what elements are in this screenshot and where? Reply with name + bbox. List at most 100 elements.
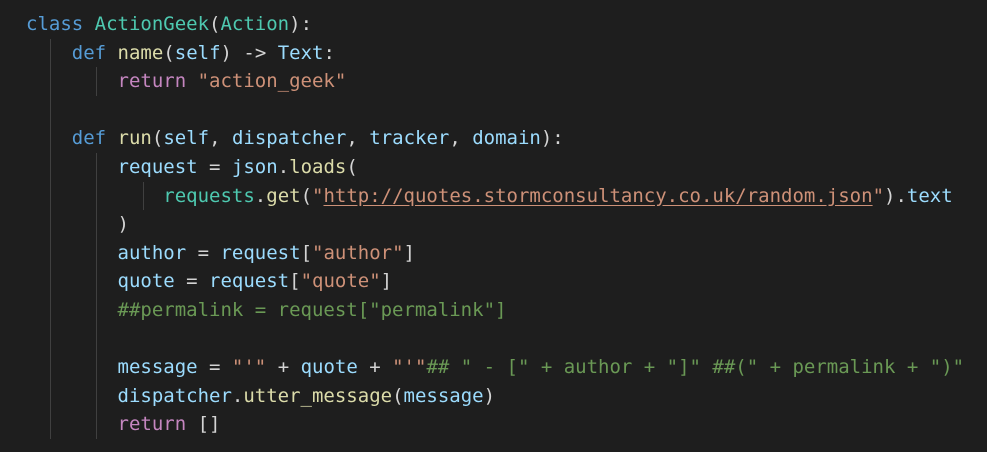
code-token-function: get (266, 184, 301, 207)
indent-guide (50, 353, 51, 382)
code-line[interactable] (0, 324, 987, 354)
indent-guide (50, 410, 51, 439)
code-token-plain: ( (209, 13, 221, 35)
code-token-variable: message (117, 356, 198, 379)
code-token-plain: ) -> (220, 41, 278, 64)
code-token-keyword: class (26, 13, 95, 35)
code-token-plain: ): (289, 13, 313, 35)
code-token-variable: quote (300, 356, 358, 379)
code-token-string: "'" (231, 356, 267, 379)
code-token-string: "'" (392, 356, 427, 379)
code-token-plain: . (254, 184, 267, 207)
code-token-keyword: def (71, 41, 118, 64)
code-token-param: self (174, 41, 221, 64)
code-line[interactable]: return [] (0, 410, 987, 439)
indent-guide (50, 67, 51, 96)
code-token-plain: ( (151, 127, 164, 150)
indent-guide (143, 181, 144, 211)
code-token-plain: ( (346, 155, 358, 178)
code-token-plain: ) (117, 213, 129, 236)
code-token-plain: , (209, 127, 232, 150)
code-line[interactable]: message = "'" + quote + "'"## " - [" + a… (0, 353, 987, 382)
indent-guide (96, 181, 97, 211)
code-line[interactable]: class ActionGeek(Action): (0, 10, 987, 39)
indent-guide (96, 210, 97, 239)
code-token-plain: . (231, 384, 244, 407)
code-token-variable: quote (117, 270, 175, 293)
code-token-variable: request (117, 155, 198, 178)
code-token-comment: ##permalink = request["permalink"] (117, 298, 507, 321)
code-token-string: "quote" (300, 270, 381, 293)
code-line[interactable] (0, 95, 987, 125)
code-token-plain: ( (163, 41, 175, 64)
code-token-class: requests (163, 184, 255, 207)
indent-guide (50, 38, 51, 68)
indent-guide (96, 295, 97, 325)
indent-guide (96, 238, 97, 268)
indent-guide (50, 95, 51, 125)
code-editor[interactable]: class ActionGeek(Action): def name(self)… (0, 0, 987, 452)
code-token-plain: ): (540, 127, 564, 150)
indent-guide (50, 210, 51, 239)
code-token-variable: author (117, 241, 187, 264)
code-token-link[interactable]: http://quotes.stormconsultancy.co.uk/ran… (323, 185, 872, 207)
indent-guide (96, 381, 97, 411)
code-token-plain: , (346, 127, 370, 150)
code-token-variable: json (231, 155, 278, 178)
code-token-variable: message (403, 384, 484, 407)
code-line[interactable]: def name(self) -> Text: (0, 38, 987, 68)
code-token-string: " (872, 184, 885, 207)
code-token-plain: + (266, 356, 301, 379)
code-token-plain: ( (392, 384, 404, 407)
code-token-control: return (117, 70, 198, 93)
code-token-comment: ## " - [" + author + "]" ##(" + permalin… (426, 356, 965, 379)
code-token-plain: ] (403, 241, 415, 264)
code-line[interactable]: quote = request["quote"] (0, 267, 987, 296)
indent-guide (96, 267, 97, 296)
indent-guide (50, 267, 51, 296)
code-line[interactable]: ##permalink = request["permalink"] (0, 295, 987, 325)
code-line[interactable]: return "action_geek" (0, 67, 987, 96)
indent-guide (50, 381, 51, 411)
code-token-control: return (117, 413, 198, 436)
code-line[interactable]: requests.get("http://quotes.stormconsult… (0, 181, 987, 211)
code-token-plain: ] (380, 270, 393, 293)
code-token-param: self (163, 127, 210, 150)
code-line[interactable]: dispatcher.utter_message(message) (0, 381, 987, 411)
code-token-variable: Text (277, 41, 324, 64)
indent-guide (96, 410, 97, 439)
code-token-plain: . (277, 155, 290, 178)
code-token-plain: = (197, 356, 232, 379)
indent-guide (50, 295, 51, 325)
indent-guide (96, 67, 97, 96)
code-token-function: loads (289, 155, 347, 178)
code-token-plain: [] (197, 413, 221, 436)
code-token-plain: , (449, 127, 473, 150)
indent-guide (96, 324, 97, 354)
code-token-variable: request (220, 241, 301, 264)
indent-guide (96, 353, 97, 382)
code-line[interactable]: def run(self, dispatcher, tracker, domai… (0, 124, 987, 153)
code-line[interactable]: author = request["author"] (0, 238, 987, 268)
code-token-function: run (117, 127, 152, 150)
code-token-plain: = (186, 241, 221, 264)
code-token-plain: [ (300, 241, 313, 264)
code-token-plain: : (323, 41, 335, 64)
indent-guide (50, 152, 51, 182)
code-token-variable: text (906, 184, 953, 207)
code-line[interactable]: request = json.loads( (0, 152, 987, 182)
code-token-plain: [ (289, 270, 301, 293)
code-token-class: Action (220, 13, 290, 35)
code-token-plain: ). (884, 184, 907, 207)
code-token-keyword: def (71, 127, 118, 150)
indent-guide (50, 238, 51, 268)
code-token-param: dispatcher (231, 127, 347, 150)
code-line[interactable]: ) (0, 210, 987, 239)
